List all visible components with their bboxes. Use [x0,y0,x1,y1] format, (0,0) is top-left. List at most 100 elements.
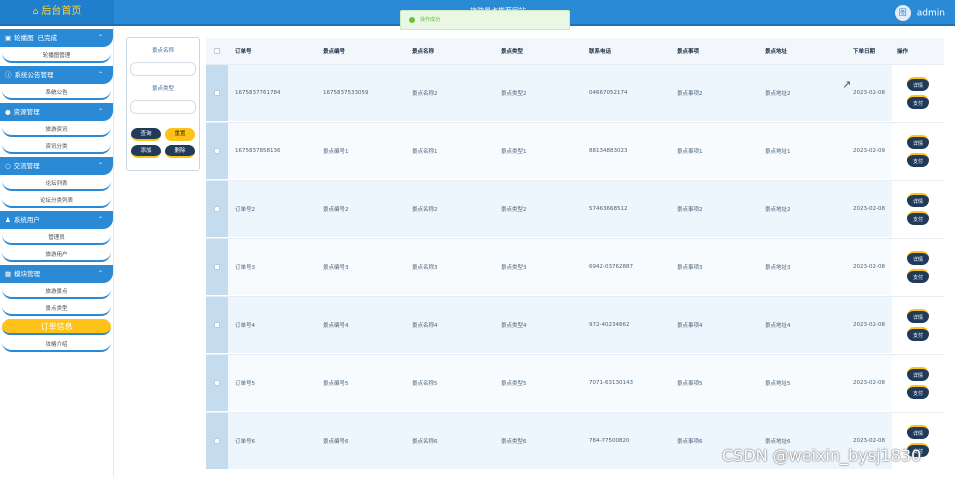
pay-button[interactable]: 支付 [907,327,929,341]
sidebar-item[interactable]: 景点类型 [2,302,111,316]
detail-button[interactable]: 详情 [907,309,929,323]
app-root: ⌂后台首页 旅游景点推荐网站 图admin 操作成功 ▣轮播图已完成⌃轮播图管理… [0,0,955,477]
table-cell: 订单号2 [235,207,255,213]
search-name-input[interactable] [130,62,196,76]
detail-button[interactable]: 详情 [907,367,929,381]
grid-icon: ▦ [5,270,12,278]
user-info[interactable]: 图 admin [894,5,945,21]
sidebar-item[interactable]: 系统公告 [2,86,111,100]
row-select-cell[interactable] [206,123,228,179]
table-cell: 订单号4 [235,323,255,329]
row-actions: 详情 支付 [892,123,944,179]
reset-button[interactable]: 重置 [165,128,195,141]
table-cell: 景点事项1 [677,149,703,155]
table-cell: 景点事项4 [677,323,703,329]
image-icon: ▣ [5,34,12,42]
detail-button[interactable]: 详情 [907,193,929,207]
row-select-cell[interactable] [206,239,228,295]
row-checkbox[interactable] [214,380,220,386]
sidebar-item[interactable]: 攻略介绍 [2,338,111,352]
avatar: 图 [894,5,911,21]
table-row[interactable]: 订单号2 景点编号2 景点名称2 景点类型2 57463668512 景点事项2 景点地址2… [206,180,944,237]
table-cell: 景点编号3 [323,265,349,271]
row-checkbox[interactable] [214,322,220,328]
table-cell: 景点名称2 [412,207,438,213]
pay-button[interactable]: 支付 [907,153,929,167]
sidebar-group-0[interactable]: ▣ 轮播图 已完成 ⌃ [0,29,113,47]
detail-button[interactable]: 详情 [907,251,929,265]
sidebar-item[interactable]: 管理员 [2,231,111,245]
chat-icon: ○ [5,162,11,170]
table-cell: 景点类型1 [501,149,527,155]
table-row[interactable]: 1675837761784 1675837533059 景点名称2 景点类型2 0466… [206,64,944,121]
row-checkbox[interactable] [214,264,220,270]
pay-button[interactable]: 支付 [907,95,929,109]
home-button[interactable]: ⌂ 后台首页 [0,0,114,24]
column-header: 下单日期 [853,49,876,55]
table-cell: 7071-63130143 [589,380,633,386]
table-cell: 景点类型4 [501,323,527,329]
sidebar-group-4[interactable]: ♟ 系统用户 ⌃ [0,211,113,229]
row-checkbox[interactable] [214,90,220,96]
user-name: admin [916,8,945,19]
table-cell: 景点编号2 [323,207,349,213]
sidebar-group-title: 系统用户 [13,216,40,224]
row-select-cell[interactable] [206,181,228,237]
select-all-cell[interactable] [206,38,228,64]
table-row[interactable]: 1675837858136 景点编号1 景点名称1 景点类型1 88134883023 景… [206,122,944,179]
table-cell: 景点事项6 [677,439,703,445]
table-row[interactable]: 订单号5 景点编号5 景点名称5 景点类型5 7071-63130143 景点事项5 景点地… [206,354,944,411]
table-cell: 景点地址2 [765,207,791,213]
row-checkbox[interactable] [214,438,220,444]
pin-icon: ● [5,108,11,116]
sidebar-item[interactable]: 论坛列表 [2,177,111,191]
toast-text: 操作成功 [420,17,441,23]
sidebar-item[interactable]: 轮播图管理 [2,49,111,63]
chevron-up-icon: ⌃ [97,162,103,169]
sidebar-item[interactable]: 旅游景点 [2,285,111,299]
table-cell: 景点地址3 [765,265,791,271]
detail-button[interactable]: 详情 [907,135,929,149]
row-checkbox[interactable] [214,148,220,154]
table-cell: 1675837761784 [235,90,281,96]
row-actions: 详情 支付 [892,297,944,353]
chevron-up-icon: ⌃ [97,270,103,277]
table-row[interactable]: 订单号4 景点编号4 景点名称4 景点类型4 972-40234862 景点事项4 景点地址… [206,296,944,353]
delete-button[interactable]: 删除 [165,145,195,158]
detail-button[interactable]: 详情 [907,77,929,91]
sidebar-group-3[interactable]: ○ 交流管理 ⌃ [0,157,113,175]
sidebar-group-2[interactable]: ● 资源管理 ⌃ [0,103,113,121]
pay-button[interactable]: 支付 [907,211,929,225]
sidebar-item[interactable]: 论坛分类列表 [2,194,111,208]
row-select-cell[interactable] [206,65,228,121]
sidebar-group-5[interactable]: ▦ 模块管理 ⌃ [0,265,113,283]
row-actions: 详情 支付 [892,181,944,237]
table-cell: 景点类型3 [501,265,527,271]
sidebar-item[interactable]: 资讯分类 [2,140,111,154]
table-cell: 88134883023 [589,148,628,154]
row-checkbox[interactable] [214,206,220,212]
row-select-cell[interactable] [206,413,228,469]
pay-button[interactable]: 支付 [907,385,929,399]
table-row[interactable]: 订单号3 景点编号3 景点名称3 景点类型3 6942-03762887 景点事项3 景点地… [206,238,944,295]
table-cell: 2023-02-09 [853,148,885,154]
sidebar-group-title: 轮播图 [14,34,34,42]
pay-button[interactable]: 支付 [907,269,929,283]
table-cell: 784-77500820 [589,438,630,444]
select-all-checkbox[interactable] [214,48,220,54]
search-type-input[interactable] [130,100,196,114]
row-select-cell[interactable] [206,297,228,353]
table-cell: 景点名称3 [412,265,438,271]
add-button[interactable]: 添加 [131,145,161,158]
chevron-up-icon: ⌃ [97,34,103,41]
table-cell: 景点事项5 [677,381,703,387]
row-select-cell[interactable] [206,355,228,411]
sidebar-group-1[interactable]: ⓘ 系统公告管理 ⌃ [0,66,113,84]
table-header: 订单号 景点编号 景点名称 景点类型 联系电话 景点事项 景点地址 下单日期 操作 [206,38,944,64]
detail-button[interactable]: 详情 [907,425,929,439]
success-icon [409,16,415,23]
sidebar-item[interactable]: 旅游资讯 [2,123,111,137]
sidebar-item[interactable]: 订单信息 [2,319,111,335]
sidebar-item[interactable]: 旅游用户 [2,248,111,262]
query-button[interactable]: 查询 [131,128,161,141]
